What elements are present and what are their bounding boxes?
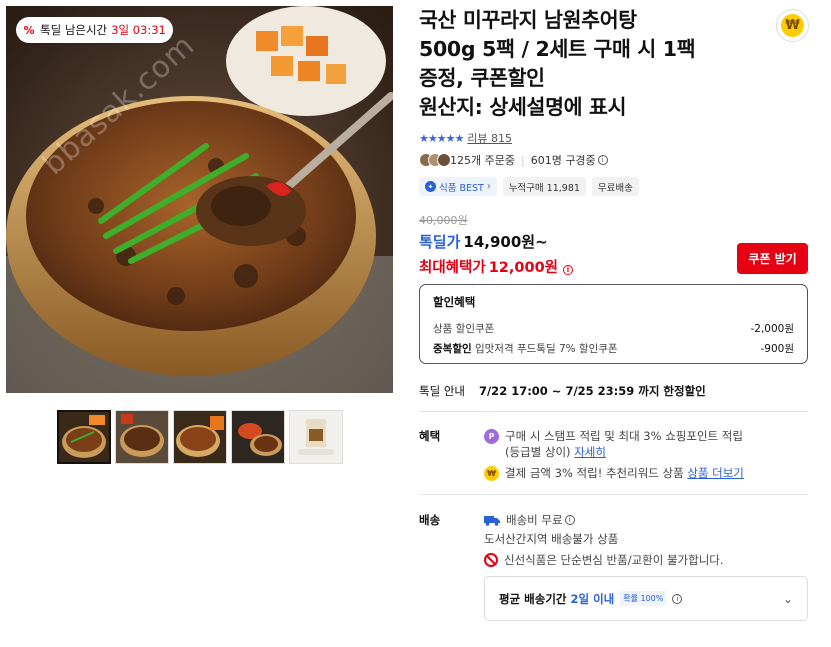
title-line-1: 국산 미꾸라지 남원추어탕 [419, 8, 637, 32]
reward-coin-icon: ₩ [484, 466, 499, 481]
deal-timer-label: 톡딜 남은시간 [40, 23, 108, 37]
shipping-fee: 배송비 무료 [506, 513, 563, 527]
info-icon[interactable]: i [672, 593, 683, 604]
benefit-stamp-line: P 구매 시 스탬프 적립 및 최대 3% 쇼핑포인트 적립 (등급별 상이) … [484, 428, 743, 460]
shipping-notice: 신선식품은 단순변심 반품/교환이 불가합니다. [484, 552, 724, 568]
thumbnail-4[interactable] [231, 410, 285, 464]
buyer-avatars [419, 153, 451, 167]
more-products-link[interactable]: 상품 더보기 [687, 465, 744, 481]
discount-row: 중복할인 입맛저격 푸드톡딜 7% 할인쿠폰 -900원 [433, 341, 794, 356]
main-product-image: bbasak.com % 톡딜 남은시간 3일 03:31 [6, 6, 393, 393]
deal-price-label: 톡딜가 [419, 233, 461, 251]
thumbnail-strip [57, 410, 343, 464]
prohibited-icon [484, 553, 498, 567]
discount-box: 할인혜택 상품 할인쿠폰 -2,000원 중복할인 입맛저격 푸드톡딜 7% 할… [419, 284, 808, 364]
tag-free-shipping: 무료배송 [591, 177, 639, 196]
title-line-3: 증정, 쿠폰할인 [419, 66, 545, 90]
truck-icon [484, 515, 500, 526]
rating-row: ★★★★★ 리뷰 815 [419, 130, 512, 146]
divider: | [520, 153, 525, 167]
benefit-reward-line: ₩ 결제 금액 3% 적립! 추천리워드 상품 상품 더보기 [484, 465, 744, 481]
benefit-stamp-note: (등급별 상이) [505, 445, 571, 459]
discount-label: 입맛저격 푸드톡딜 7% 할인쿠폰 [474, 343, 618, 355]
discount-amount: -2,000원 [750, 323, 794, 335]
avatar [437, 153, 451, 167]
info-icon[interactable]: i [564, 515, 575, 525]
percent-icon: % [23, 23, 35, 37]
shipping-fee-line: 배송비 무료 i [484, 512, 575, 528]
original-price: 40,000원 [419, 214, 468, 227]
shipping-restriction-text: 도서산간지역 배송불가 상품 [484, 532, 619, 546]
benefit-label: 혜택 [419, 429, 441, 443]
divider [419, 494, 808, 495]
tag-best[interactable]: ✦ 식품 BEST › [419, 177, 497, 196]
max-benefit-price: 최대혜택가 12,000원 i [419, 256, 573, 277]
chevron-down-icon[interactable]: ⌄ [783, 592, 793, 606]
avg-delivery-box[interactable]: 평균 배송기간 2일 이내 확률 100% i ⌄ [484, 576, 808, 621]
info-icon[interactable]: i [563, 265, 573, 275]
shipping-notice-text: 신선식품은 단순변심 반품/교환이 불가합니다. [504, 553, 724, 567]
discount-label: 상품 할인쿠폰 [433, 323, 495, 335]
deal-timer-value: 3일 03:31 [111, 23, 166, 37]
title-line-4: 원산지: 상세설명에 표시 [419, 95, 627, 119]
deal-timer-badge: % 톡딜 남은시간 3일 03:31 [16, 17, 173, 43]
title-line-2: 500g 5팩 / 2세트 구매 시 1팩 [419, 37, 696, 61]
discount-amount: -900원 [760, 343, 795, 355]
tag-cumulative: 누적구매 11,981 [502, 177, 586, 196]
deal-info-value: 7/22 17:00 ~ 7/25 23:59 까지 한정할인 [478, 384, 706, 398]
benefit-reward-text: 결제 금액 3% 적립! 추천리워드 상품 [505, 466, 684, 480]
benefit-stamp-text: 구매 시 스탬프 적립 및 최대 3% 쇼핑포인트 적립 [505, 429, 743, 443]
avg-delivery-rate: 확률 100% [620, 591, 667, 606]
thumbnail-2[interactable] [115, 410, 169, 464]
deal-price: 톡딜가 14,900원~ [419, 231, 548, 252]
buyers-row: 125개 주문중 | 601명 구경중 i [419, 152, 608, 168]
deal-price-value: 14,900원~ [463, 233, 548, 251]
avg-delivery-label: 평균 배송기간 [499, 591, 567, 606]
order-count: 125개 주문중 [450, 154, 515, 167]
deal-info-label: 톡딜 안내 [419, 384, 465, 398]
shipping-restriction: 도서산간지역 배송불가 상품 [484, 531, 618, 547]
discount-bold-label: 중복할인 [433, 343, 472, 355]
tag-best-label: 식품 BEST [439, 182, 484, 194]
max-benefit-label: 최대혜택가 [419, 260, 486, 276]
discount-heading: 할인혜택 [433, 295, 476, 309]
coupon-button[interactable]: 쿠폰 받기 [737, 243, 808, 274]
viewer-count: 601명 구경중 [530, 154, 596, 167]
soup-bowl-photo [6, 6, 393, 393]
crown-icon: ✦ [425, 181, 436, 192]
shipping-label: 배송 [419, 513, 441, 527]
deal-info-row: 톡딜 안내 7/22 17:00 ~ 7/25 23:59 까지 한정할인 [419, 383, 706, 399]
discount-row: 상품 할인쿠폰 -2,000원 [433, 321, 794, 336]
avg-delivery-days: 2일 이내 [570, 591, 615, 606]
info-icon[interactable]: i [597, 155, 608, 165]
seller-badge[interactable]: ₩ [776, 9, 809, 42]
thumbnail-5[interactable] [289, 410, 343, 464]
product-title: 국산 미꾸라지 남원추어탕 500g 5팩 / 2세트 구매 시 1팩 증정, … [419, 6, 749, 122]
rating-stars-icon: ★★★★★ [419, 131, 464, 145]
thumbnail-1[interactable] [57, 410, 111, 464]
max-benefit-value: 12,000원 [488, 260, 558, 276]
review-link[interactable]: 리뷰 815 [467, 130, 512, 146]
point-icon: P [484, 429, 499, 444]
talkdeal-logo-icon: ₩ [781, 14, 804, 37]
thumbnail-3[interactable] [173, 410, 227, 464]
tag-row: ✦ 식품 BEST › 누적구매 11,981 무료배송 [419, 177, 639, 196]
divider [419, 411, 808, 412]
benefit-detail-link[interactable]: 자세히 [574, 445, 606, 459]
